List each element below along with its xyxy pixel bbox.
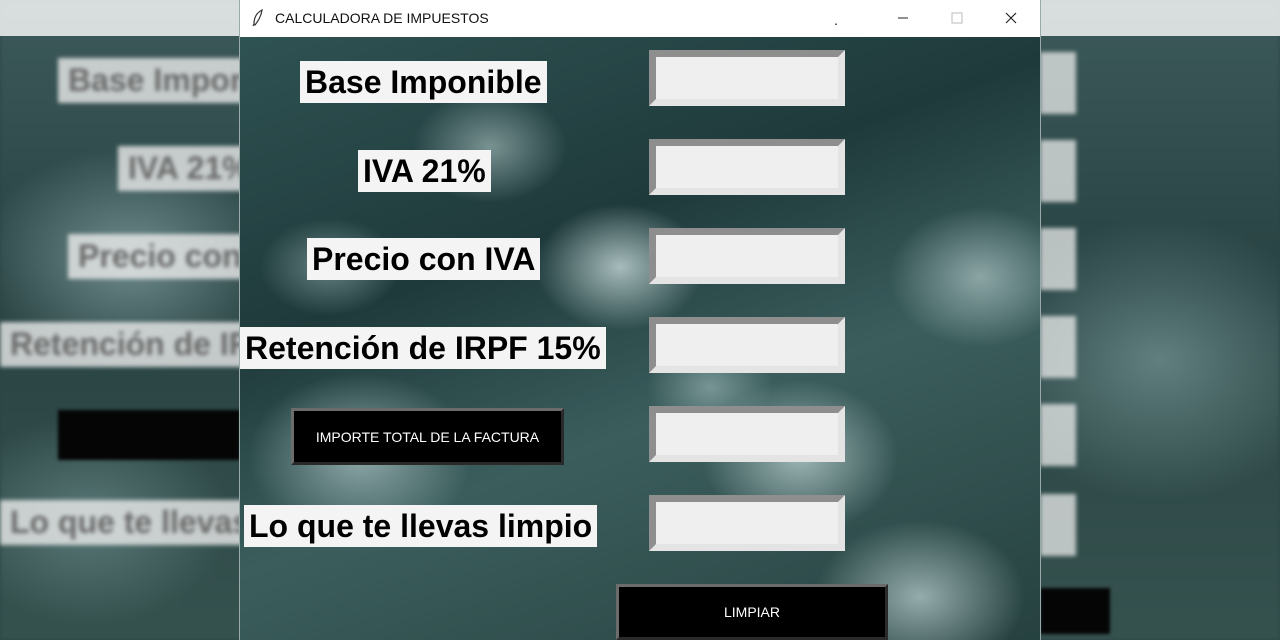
lo-que-te-llevas-input[interactable] (649, 495, 845, 551)
close-icon (1005, 12, 1017, 24)
blurred-field (1040, 494, 1076, 556)
minimize-button[interactable] (876, 0, 930, 36)
precio-con-iva-input[interactable] (649, 228, 845, 284)
calculator-window: CALCULADORA DE IMPUESTOS . Base Imponibl… (240, 0, 1040, 640)
minimize-icon (898, 17, 908, 19)
retencion-irpf-label: Retención de IRPF 15% (240, 327, 606, 369)
maximize-button[interactable] (930, 0, 984, 36)
window-title: CALCULADORA DE IMPUESTOS (275, 10, 489, 26)
precio-con-iva-label: Precio con IVA (307, 238, 541, 280)
maximize-icon (951, 12, 963, 24)
blurred-clear-button (1040, 588, 1110, 634)
base-imponible-label: Base Imponible (300, 61, 547, 103)
feather-icon (252, 8, 264, 27)
blurred-field (1040, 52, 1076, 114)
blurred-field (1040, 140, 1076, 202)
blurred-field (1040, 228, 1076, 290)
ocean-background: Base Imponible IVA 21% Precio con IVA Re… (240, 37, 1040, 640)
blurred-label-precio: Precio con IVA (68, 234, 260, 279)
title-dot: . (834, 12, 838, 28)
blurred-field (1040, 404, 1076, 466)
iva-input[interactable] (649, 139, 845, 195)
blurred-field (1040, 316, 1076, 378)
blurred-label-base: Base Imponible (58, 58, 260, 103)
importe-total-button[interactable]: IMPORTE TOTAL DE LA FACTURA (291, 408, 564, 465)
lo-que-te-llevas-label: Lo que te llevas limpio (244, 505, 598, 547)
importe-total-input[interactable] (649, 406, 845, 462)
iva-label: IVA 21% (358, 150, 491, 192)
close-button[interactable] (984, 0, 1038, 36)
limpiar-button[interactable]: LIMPIAR (616, 584, 888, 640)
base-imponible-input[interactable] (649, 50, 845, 106)
title-bar: CALCULADORA DE IMPUESTOS . (240, 0, 1040, 36)
blurred-label-limpio: Lo que te llevas limpio (0, 500, 260, 545)
blurred-label-iva: IVA 21% (118, 146, 260, 191)
retencion-irpf-input[interactable] (649, 317, 845, 373)
blurred-label-irpf: Retención de IRPF 15% (0, 322, 260, 367)
blurred-total-button (58, 410, 240, 460)
